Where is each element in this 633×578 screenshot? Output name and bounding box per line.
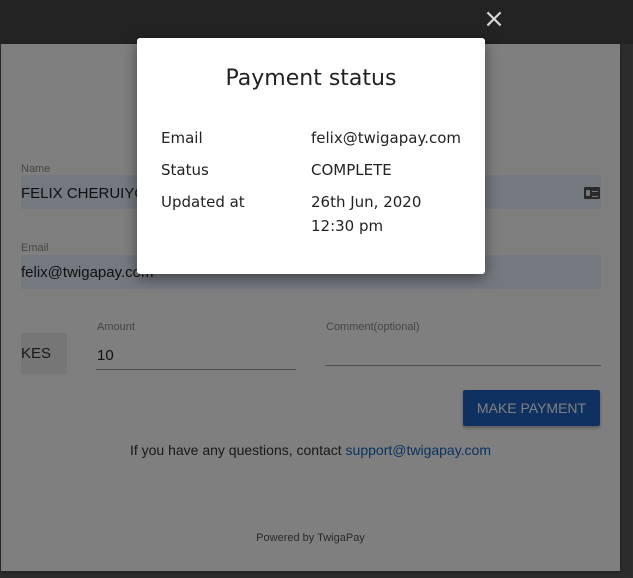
modal-title: Payment status — [225, 66, 397, 91]
updated-row-label: Updated at — [161, 193, 245, 211]
payment-status-modal: Payment status Email felix@twigapay.com … — [137, 38, 485, 274]
email-row-value: felix@twigapay.com — [311, 129, 462, 147]
status-row-value: COMPLETE — [311, 161, 392, 179]
status-row-label: Status — [161, 161, 209, 179]
updated-row-time: 12:30 pm — [311, 217, 384, 235]
email-row-label: Email — [161, 129, 203, 147]
updated-row-date: 26th Jun, 2020 — [311, 193, 422, 211]
close-icon[interactable]: × — [482, 6, 506, 32]
